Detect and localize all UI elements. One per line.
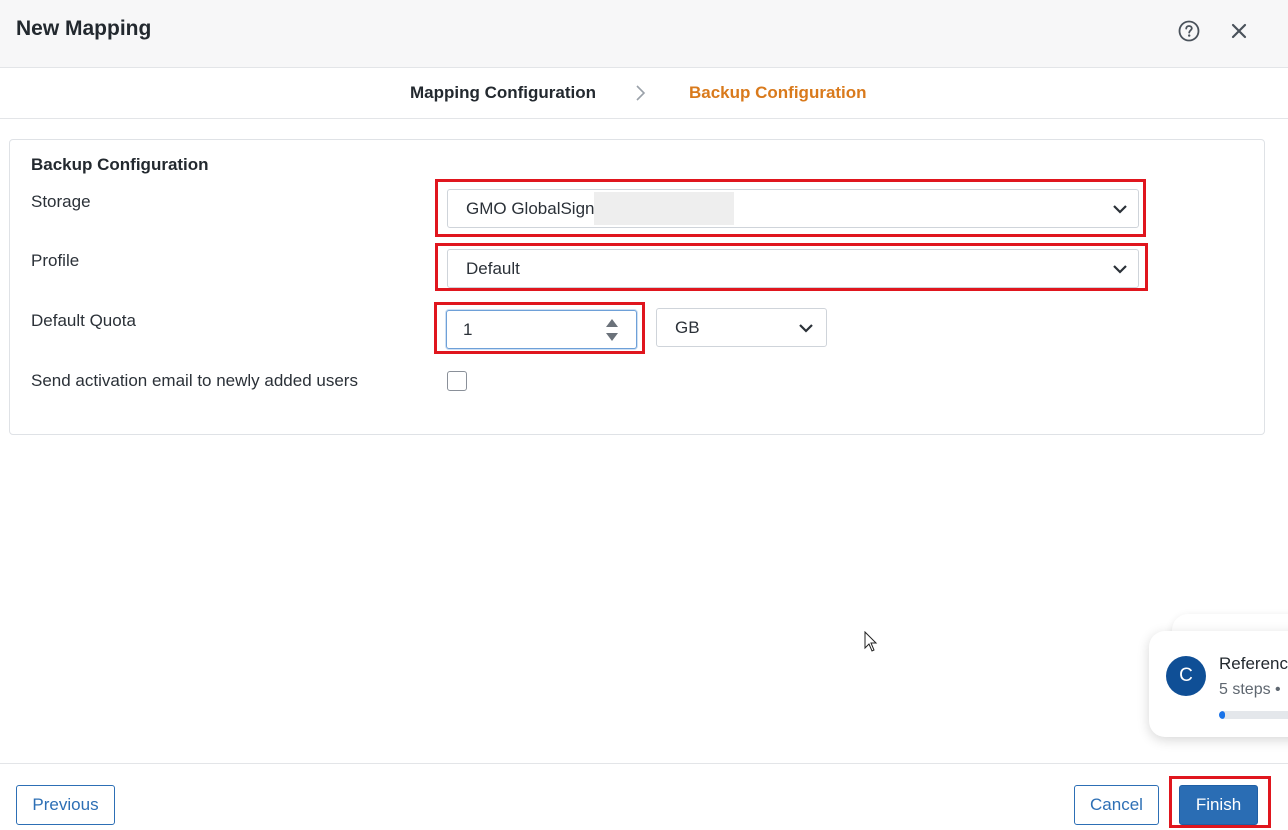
default-quota-label: Default Quota (31, 311, 136, 330)
storage-value: GMO GlobalSign (466, 199, 595, 218)
quota-input[interactable]: 1 (446, 310, 637, 349)
guide-subtitle: 5 steps • (1219, 681, 1281, 698)
activation-email-label: Send activation email to newly added use… (31, 371, 358, 390)
avatar: C (1166, 656, 1206, 696)
guide-card[interactable]: C Reference 5 steps • (1149, 631, 1288, 737)
help-icon[interactable] (1178, 20, 1200, 42)
guide-progress-fill (1219, 711, 1225, 719)
dialog-title: New Mapping (16, 17, 152, 40)
profile-select[interactable]: Default (447, 249, 1139, 288)
guide-title: Reference (1219, 654, 1288, 673)
storage-select[interactable]: GMO GlobalSign (447, 189, 1139, 228)
step-mapping-configuration[interactable]: Mapping Configuration (410, 83, 596, 103)
chevron-down-icon (1113, 205, 1127, 214)
close-icon[interactable] (1228, 20, 1250, 42)
dialog-header: New Mapping (0, 0, 1288, 68)
chevron-down-icon (799, 324, 813, 333)
section-title: Backup Configuration (31, 155, 209, 174)
previous-button[interactable]: Previous (16, 785, 115, 825)
chevron-right-icon (636, 85, 646, 101)
guide-progress-bar (1219, 711, 1288, 719)
wizard-steps: Mapping Configuration Backup Configurati… (0, 68, 1288, 119)
finish-button[interactable]: Finish (1179, 785, 1258, 825)
chevron-down-icon (1113, 265, 1127, 274)
quota-value: 1 (463, 320, 473, 339)
profile-label: Profile (31, 251, 80, 270)
cancel-button[interactable]: Cancel (1074, 785, 1159, 825)
dialog-footer: Previous Cancel Finish (0, 763, 1288, 830)
step-backup-configuration[interactable]: Backup Configuration (689, 83, 867, 103)
stepper-icon[interactable] (605, 317, 619, 343)
profile-value: Default (466, 259, 520, 278)
mouse-cursor-icon (864, 631, 878, 652)
redacted-area (594, 192, 734, 225)
storage-label: Storage (31, 192, 91, 211)
activation-email-checkbox[interactable] (447, 371, 467, 391)
quota-unit-select[interactable]: GB (656, 308, 827, 347)
quota-unit-value: GB (675, 318, 700, 337)
